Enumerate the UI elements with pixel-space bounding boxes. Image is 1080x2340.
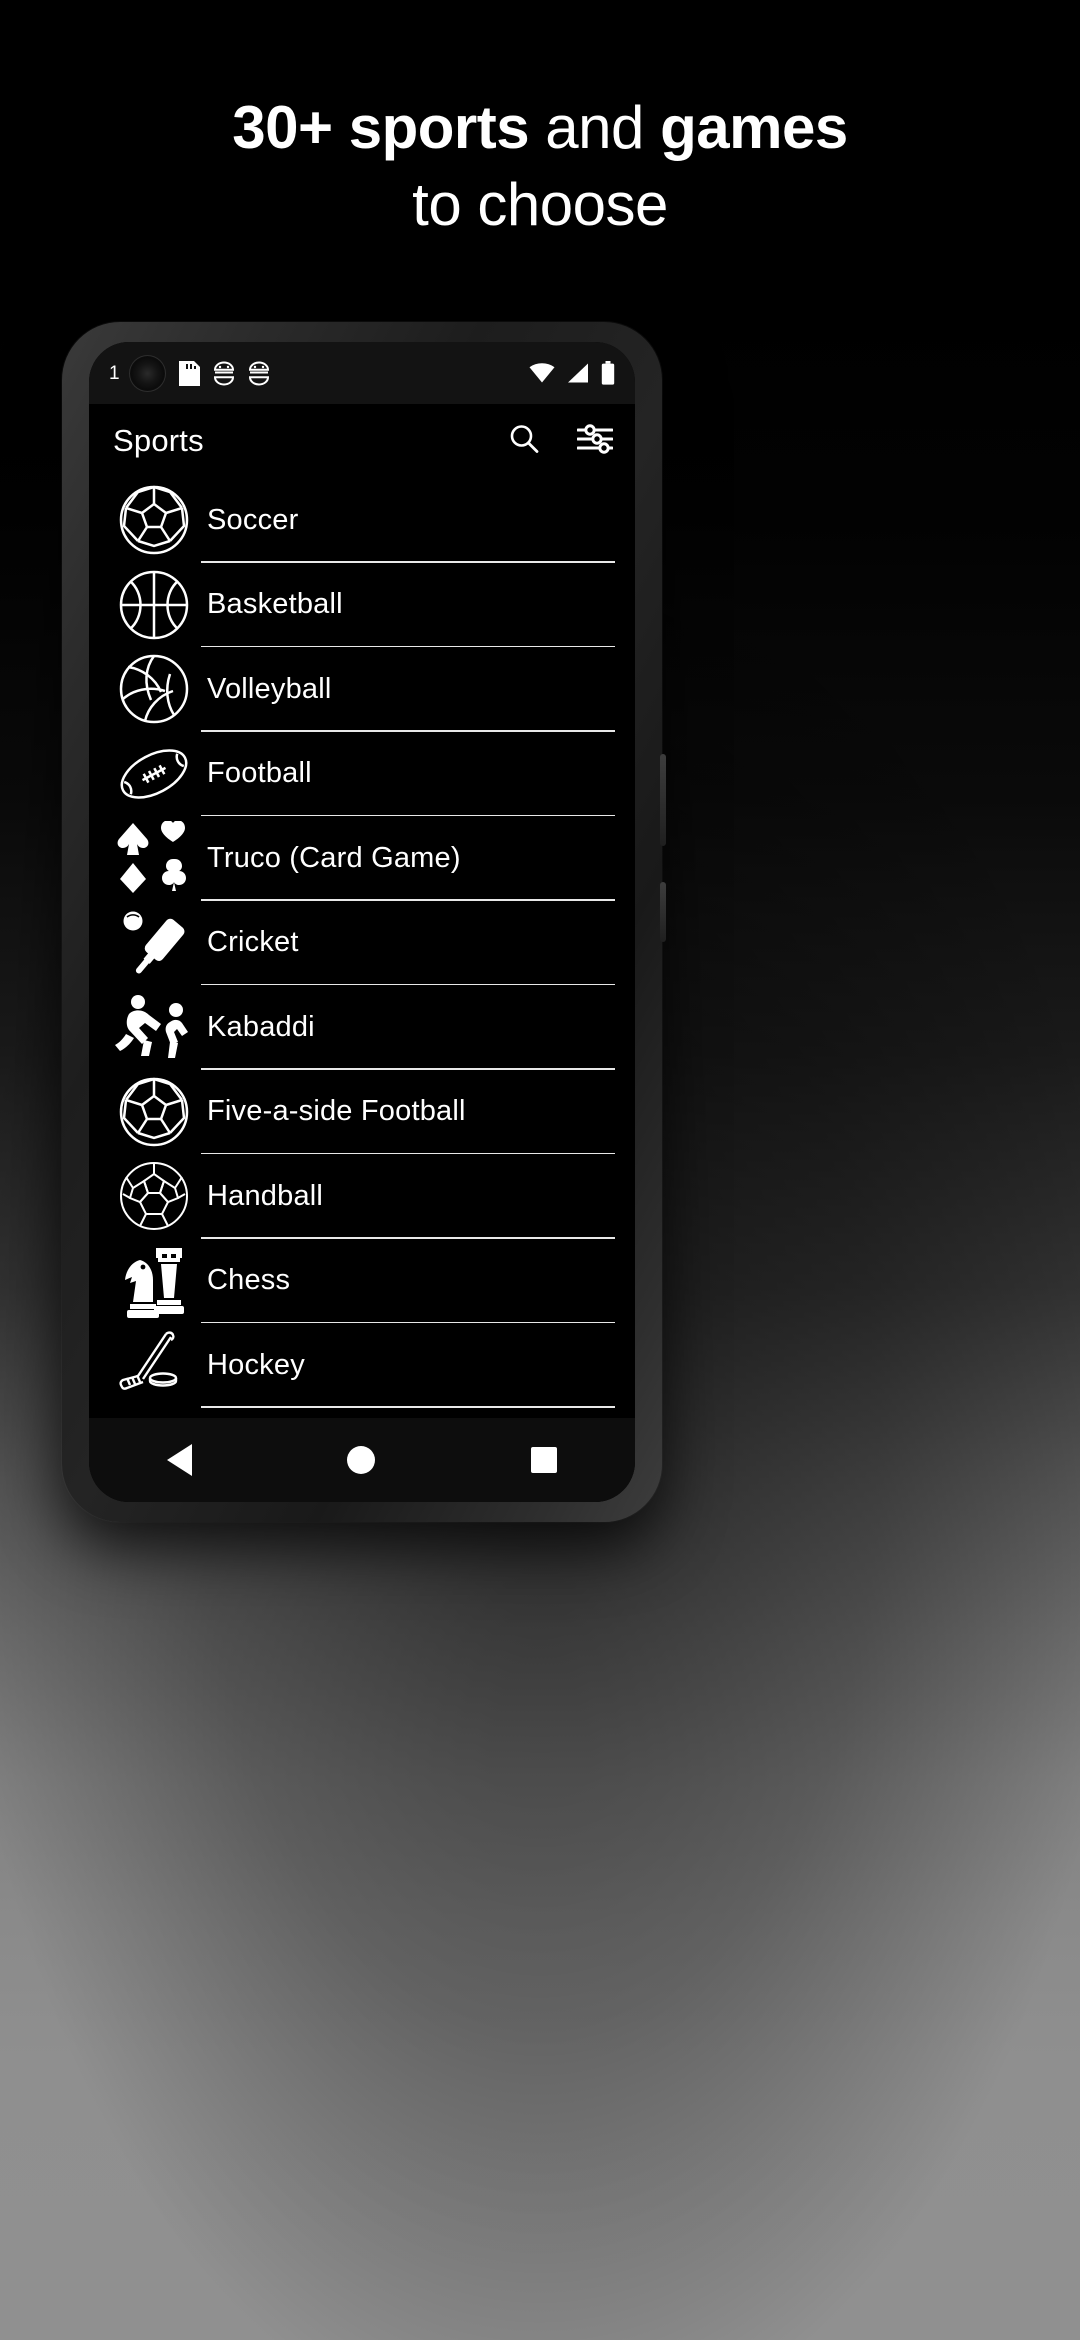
list-item-label: Truco (Card Game) [207,841,461,874]
headline-regular-and: and [529,94,661,161]
cricket-bat-ball-icon [107,904,201,982]
page-title: Sports [113,423,204,458]
list-item-content: Cricket [201,901,635,986]
card-suits-icon [107,819,201,897]
headline-line-2: to choose [412,171,668,238]
list-item-label: Soccer [207,503,299,536]
basketball-icon [107,566,201,644]
list-item-content [201,1408,635,1419]
list-item-label: Chess [207,1264,291,1297]
hockey-stick-puck-icon [107,1326,201,1404]
list-item-content: Chess [201,1239,635,1324]
american-football-icon [107,735,201,813]
android-debug-icon [213,360,235,386]
status-bar: 1 [89,342,635,404]
camera-punchhole-icon [128,354,166,392]
sd-card-icon [178,360,200,386]
baseball-cap-icon [107,1411,201,1418]
phone-screen: 1 Sports Soccer Basketball Volleyball Fo… [89,342,635,1502]
kabaddi-players-icon [107,988,201,1066]
nav-home-button[interactable] [347,1446,376,1474]
list-item[interactable]: Chess [89,1239,635,1324]
list-item-content: Kabaddi [201,985,635,1070]
list-item-content: Volleyball [201,647,635,732]
list-item-label: Kabaddi [207,1010,315,1043]
nav-back-button[interactable] [166,1444,192,1476]
list-item-content: Soccer [201,478,635,563]
list-item[interactable]: Five-a-side Football [89,1070,635,1155]
notification-count: 1 [109,362,120,384]
list-item-content: Football [201,732,635,817]
soccer-ball-icon [107,481,201,559]
list-item-label: Handball [207,1179,324,1212]
list-item[interactable]: Soccer [89,478,635,563]
handball-icon [107,1157,201,1235]
list-item-label: Five-a-side Football [207,1095,466,1128]
battery-icon [601,361,615,385]
filter-tune-icon[interactable] [576,423,614,459]
wifi-icon [529,363,555,383]
phone-mockup: 1 Sports Soccer Basketball Volleyball Fo… [62,322,666,1522]
list-item-content: Truco (Card Game) [201,816,635,901]
list-item-content: Hockey [201,1323,635,1408]
volleyball-icon [107,650,201,728]
list-item[interactable]: Volleyball [89,647,635,732]
app-bar-actions [507,422,614,461]
list-item[interactable]: Football [89,732,635,817]
list-item-label: Football [207,757,312,790]
status-bar-right [529,361,615,385]
cellular-signal-icon [566,363,590,383]
promo-headline: 30+ sports and games to choose [0,96,1080,236]
nav-recents-button[interactable] [531,1447,558,1473]
phone-power-button[interactable] [660,754,666,846]
android-debug-icon [248,360,270,386]
soccer-ball-icon [107,1073,201,1151]
list-item-content: Handball [201,1154,635,1239]
list-item[interactable]: Truco (Card Game) [89,816,635,901]
phone-volume-button[interactable] [660,882,666,942]
list-item-label: Volleyball [207,672,332,705]
app-bar: Sports [89,404,635,478]
headline-bold-games: games [660,94,848,161]
sports-list[interactable]: Soccer Basketball Volleyball Football Tr… [89,478,635,1418]
list-item[interactable]: Basketball [89,563,635,648]
list-item[interactable]: Kabaddi [89,985,635,1070]
list-item-content: Five-a-side Football [201,1070,635,1155]
list-item-label: Basketball [207,588,343,621]
chess-pieces-icon [107,1242,201,1320]
list-item[interactable]: Handball [89,1154,635,1239]
list-item-label: Cricket [207,926,299,959]
headline-line-1: 30+ sports and games [0,96,1080,159]
status-bar-left: 1 [109,354,270,392]
list-item-partial[interactable] [89,1408,635,1419]
list-item[interactable]: Cricket [89,901,635,986]
list-item[interactable]: Hockey [89,1323,635,1408]
list-item-content: Basketball [201,563,635,648]
headline-bold-sports: 30+ sports [232,94,530,161]
search-icon[interactable] [507,422,541,461]
android-nav-bar [89,1418,635,1502]
list-item-label: Hockey [207,1348,305,1381]
